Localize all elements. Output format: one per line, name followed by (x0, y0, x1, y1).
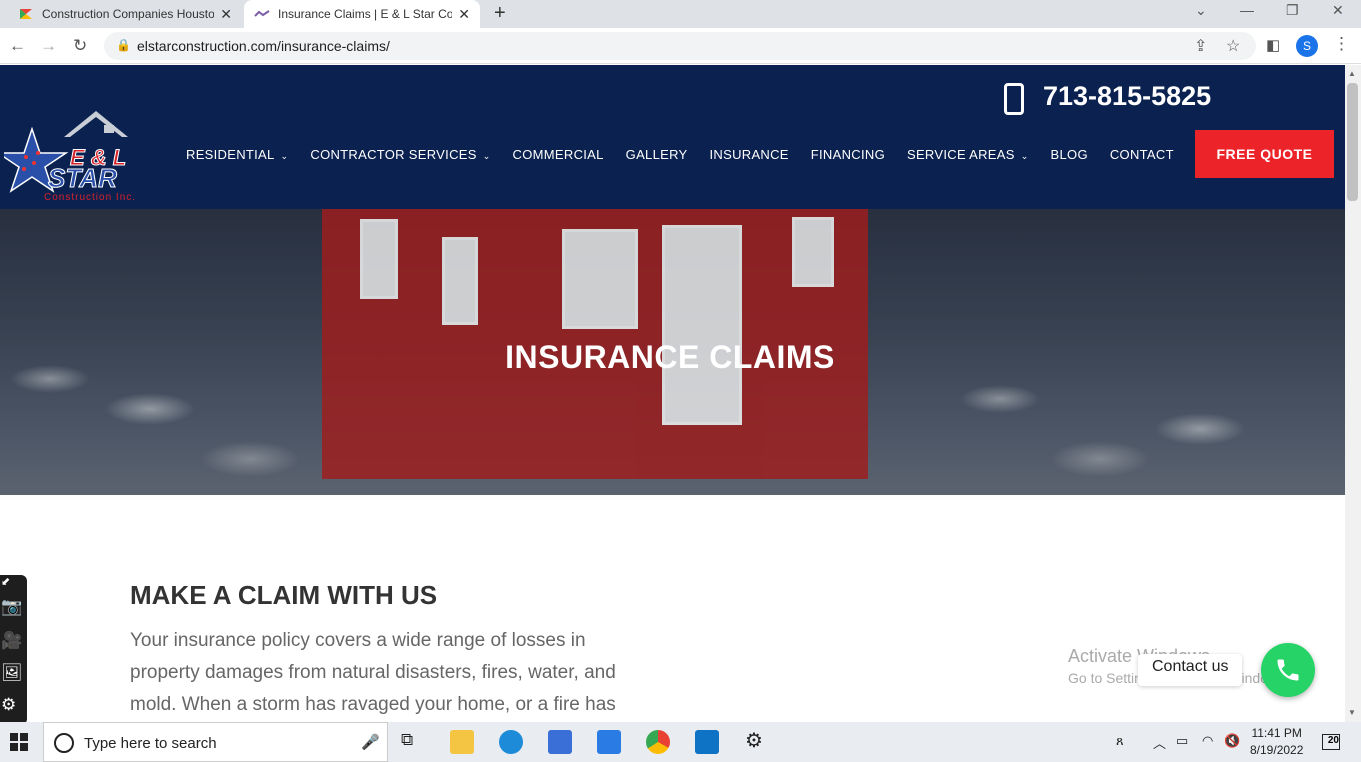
share-icon[interactable]: ⇪ (1194, 36, 1207, 56)
nav-residential[interactable]: RESIDENTIAL ⌄ (186, 147, 288, 162)
phone-call-icon (1277, 659, 1299, 681)
nav-insurance[interactable]: INSURANCE (710, 147, 789, 162)
tab-insurance-claims[interactable]: Insurance Claims | E & L Star Con ✕ (244, 0, 480, 28)
nav-label: BLOG (1050, 147, 1088, 162)
nav-label: RESIDENTIAL (186, 147, 275, 162)
chevron-down-icon: ⌄ (482, 151, 491, 161)
gallery-icon[interactable]: 🖼 (1, 663, 23, 683)
forward-icon[interactable]: → (40, 36, 57, 56)
search-icon (54, 733, 74, 753)
site-header: E & L STAR Construction Inc. 713-815-582… (0, 65, 1345, 209)
hero-title: INSURANCE CLAIMS (505, 339, 835, 375)
company-logo[interactable]: E & L STAR Construction Inc. (4, 107, 176, 203)
free-quote-button[interactable]: FREE QUOTE (1195, 130, 1334, 178)
back-icon[interactable]: ← (9, 36, 26, 56)
hero-banner: INSURANCE CLAIMS (0, 209, 1345, 495)
vscode-icon[interactable] (695, 730, 719, 754)
nav-service-areas[interactable]: SERVICE AREAS ⌄ (907, 147, 1029, 162)
mail-icon[interactable] (597, 730, 621, 754)
chevron-down-icon: ⌄ (1020, 151, 1029, 161)
pin-icon[interactable]: ⬋ (1, 575, 10, 588)
nav-label: CONTRACTOR SERVICES (310, 147, 477, 162)
new-tab-icon[interactable]: + (494, 2, 506, 25)
nav-label: COMMERCIAL (512, 147, 604, 162)
nav-contractor-services[interactable]: CONTRACTOR SERVICES ⌄ (310, 147, 490, 162)
people-icon[interactable]: ጸ (1116, 733, 1124, 749)
contact-us-label[interactable]: Contact us (1138, 654, 1243, 686)
edge-browser-icon[interactable] (499, 730, 523, 754)
tab-favicon-icon (20, 9, 32, 19)
minimize-icon[interactable]: — (1240, 2, 1254, 18)
nav-gallery[interactable]: GALLERY (626, 147, 688, 162)
scroll-down-icon[interactable]: ▼ (1348, 708, 1356, 717)
notification-center-icon[interactable]: 20 (1322, 734, 1340, 750)
windows-taskbar: Type here to search 🎤 ⧉ ⚙ ጸ ︿ ▭ ◠ 🔇 11:4… (0, 722, 1361, 762)
task-view-icon[interactable]: ⧉ (401, 730, 413, 750)
tab-search-chevron-icon[interactable]: ⌄ (1195, 2, 1207, 19)
nav-label: FINANCING (810, 147, 885, 162)
lock-icon[interactable]: 🔒 (116, 38, 131, 52)
reload-icon[interactable]: ↻ (73, 36, 87, 56)
url-bar[interactable]: 🔒 elstarconstruction.com/insurance-claim… (104, 32, 1256, 60)
file-explorer-icon[interactable] (450, 730, 474, 754)
browser-tab-bar: Construction Companies Housto ✕ Insuranc… (0, 0, 1361, 28)
nav-blog[interactable]: BLOG (1051, 147, 1088, 162)
tab-title: Insurance Claims | E & L Star Con (278, 7, 453, 21)
intro-paragraph: Your insurance policy covers a wide rang… (130, 630, 616, 715)
camera-icon[interactable]: 📷 (1, 597, 22, 617)
page-scrollbar[interactable]: ▲ ▼ (1345, 65, 1361, 722)
nav-label: CONTACT (1109, 147, 1174, 162)
store-icon[interactable] (548, 730, 572, 754)
browser-menu-icon[interactable]: ⋮ (1333, 34, 1350, 54)
volume-icon[interactable]: 🔇 (1224, 733, 1240, 749)
tab-construction-companies[interactable]: Construction Companies Housto ✕ (8, 0, 242, 28)
chrome-icon[interactable] (646, 730, 670, 754)
video-icon[interactable]: 🎥 (1, 631, 22, 651)
nav-contact[interactable]: CONTACT (1110, 147, 1174, 162)
close-window-icon[interactable]: ✕ (1332, 2, 1344, 19)
close-tab-icon[interactable]: ✕ (458, 6, 470, 23)
address-toolbar: ← → ↻ 🔒 elstarconstruction.com/insurance… (0, 28, 1361, 64)
scroll-up-icon[interactable]: ▲ (1348, 69, 1356, 78)
svg-text:STAR: STAR (48, 163, 117, 193)
side-panel-icon[interactable]: ◧ (1266, 36, 1280, 54)
url-text: elstarconstruction.com/insurance-claims/ (137, 38, 390, 54)
wifi-icon[interactable]: ◠ (1202, 733, 1213, 749)
nav-financing[interactable]: FINANCING (811, 147, 885, 162)
gear-icon[interactable]: ⚙ (1, 695, 16, 715)
nav-commercial[interactable]: COMMERCIAL (513, 147, 604, 162)
tab-favicon-icon (254, 10, 270, 17)
settings-gear-icon[interactable]: ⚙ (745, 728, 763, 753)
svg-text:Construction Inc.: Construction Inc. (44, 192, 136, 203)
nav-label: INSURANCE (709, 147, 789, 162)
tab-title: Construction Companies Housto (42, 7, 215, 21)
clock-date: 8/19/2022 (1250, 743, 1304, 757)
microphone-icon[interactable]: 🎤 (361, 733, 380, 751)
screen-capture-toolbar: ⬋ 📷 🎥 🖼 ⚙ (0, 575, 27, 722)
search-placeholder: Type here to search (84, 735, 217, 752)
taskbar-search-box[interactable]: Type here to search 🎤 (43, 722, 388, 762)
contact-phone-button[interactable] (1261, 643, 1315, 697)
nav-label: GALLERY (625, 147, 688, 162)
phone-icon (1004, 83, 1024, 115)
battery-icon[interactable]: ▭ (1176, 733, 1188, 749)
taskbar-clock[interactable]: 11:41 PM 8/19/2022 (1250, 725, 1303, 759)
header-phone-number[interactable]: 713-815-5825 (1043, 81, 1211, 112)
tray-chevron-up-icon[interactable]: ︿ (1153, 733, 1166, 752)
nav-label: SERVICE AREAS (906, 147, 1015, 162)
profile-avatar[interactable]: S (1296, 35, 1318, 57)
bookmark-star-icon[interactable]: ☆ (1226, 36, 1240, 56)
restore-icon[interactable]: ❐ (1286, 2, 1299, 19)
scrollbar-thumb[interactable] (1347, 83, 1358, 201)
main-navigation: RESIDENTIAL ⌄ CONTRACTOR SERVICES ⌄ COMMER… (186, 147, 1196, 162)
chevron-down-icon: ⌄ (280, 151, 289, 161)
website-viewport: E & L STAR Construction Inc. 713-815-582… (0, 65, 1345, 722)
windows-start-icon[interactable] (10, 733, 28, 751)
section-heading: MAKE A CLAIM WITH US (130, 580, 438, 610)
close-tab-icon[interactable]: ✕ (220, 6, 232, 23)
clock-time: 11:41 PM (1251, 726, 1302, 740)
